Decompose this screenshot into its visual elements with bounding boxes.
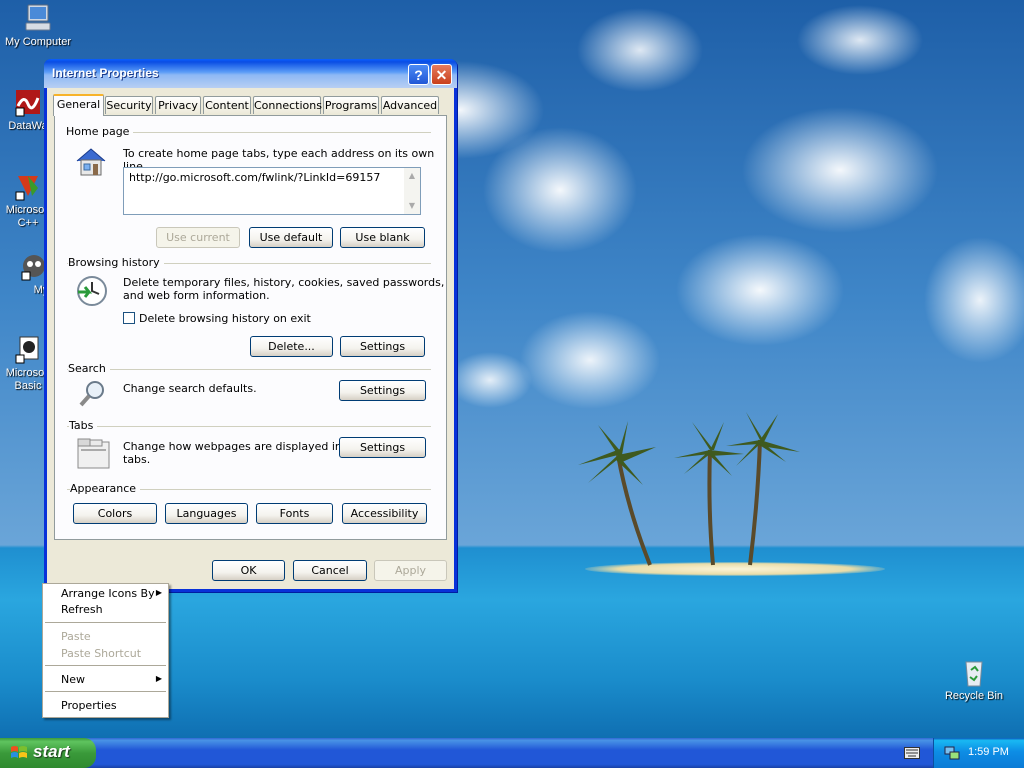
search-description: Change search defaults. <box>123 382 257 395</box>
cancel-button[interactable]: Cancel <box>293 560 367 581</box>
tabs-group-line <box>67 426 431 427</box>
delete-history-button[interactable]: Delete... <box>250 336 333 357</box>
ok-button[interactable]: OK <box>212 560 285 581</box>
tabbed-window-icon <box>77 438 110 469</box>
submenu-arrow-icon: ▶ <box>155 674 162 683</box>
tab-privacy[interactable]: Privacy <box>155 96 201 114</box>
scroll-down-arrow-icon[interactable]: ▼ <box>407 201 417 211</box>
tab-content[interactable]: Content <box>203 96 251 114</box>
menu-separator <box>45 691 166 692</box>
menu-item-paste-shortcut[interactable]: Paste Shortcut <box>61 647 141 660</box>
start-button[interactable]: start <box>0 738 96 768</box>
submenu-arrow-icon: ▶ <box>155 588 162 597</box>
general-tab-panel: Home page To create home page tabs, type… <box>54 115 447 540</box>
network-icon[interactable] <box>944 745 960 761</box>
dialog-title: Internet Properties <box>52 66 159 80</box>
computer-icon <box>25 4 51 31</box>
visual-cpp-icon <box>15 176 38 201</box>
tabs-description-2: tabs. <box>123 453 151 466</box>
menu-item-arrange-icons[interactable]: Arrange Icons By <box>61 587 155 600</box>
start-label: start <box>33 742 70 761</box>
internet-properties-dialog: Internet Properties ? ✕ General Security… <box>44 59 457 592</box>
use-current-button[interactable]: Use current <box>156 227 240 248</box>
home-page-heading: Home page <box>66 125 134 138</box>
tabs-heading: Tabs <box>69 419 98 432</box>
menu-item-paste[interactable]: Paste <box>61 630 91 643</box>
desktop-context-menu: Arrange Icons By ▶ Refresh Paste Paste S… <box>42 583 169 718</box>
datawave-icon <box>15 90 40 117</box>
tabs-settings-button[interactable]: Settings <box>339 437 426 458</box>
tab-security[interactable]: Security <box>105 96 153 114</box>
visual-basic-icon <box>15 336 39 364</box>
tab-connections[interactable]: Connections <box>253 96 322 114</box>
delete-on-exit-label[interactable]: Delete browsing history on exit <box>139 312 311 325</box>
delete-on-exit-checkbox[interactable] <box>123 312 135 324</box>
tab-programs[interactable]: Programs <box>323 96 379 114</box>
menu-item-refresh[interactable]: Refresh <box>61 603 103 616</box>
colors-button[interactable]: Colors <box>73 503 157 524</box>
home-icon <box>76 148 106 176</box>
browsing-history-description-1: Delete temporary files, history, cookies… <box>123 276 445 289</box>
menu-separator <box>45 665 166 666</box>
accessibility-button[interactable]: Accessibility <box>342 503 427 524</box>
history-settings-button[interactable]: Settings <box>340 336 425 357</box>
use-default-button[interactable]: Use default <box>249 227 333 248</box>
appearance-heading: Appearance <box>70 482 141 495</box>
tab-advanced[interactable]: Advanced <box>381 96 439 114</box>
browsing-history-heading: Browsing history <box>68 256 164 269</box>
windows-logo-icon <box>11 746 27 758</box>
home-page-url-input[interactable]: http://go.microsoft.com/fwlink/?LinkId=6… <box>123 167 421 215</box>
desktop-icon-my-computer[interactable]: My Computer <box>0 2 76 49</box>
dialog-body: General Security Privacy Content Connect… <box>47 88 454 589</box>
search-heading: Search <box>68 362 110 375</box>
menu-item-new[interactable]: New <box>61 673 85 686</box>
recycle-bin-icon <box>965 661 983 687</box>
keyboard-icon[interactable] <box>904 747 920 759</box>
history-clock-icon <box>77 276 107 306</box>
palm-trees-decoration <box>578 412 800 566</box>
tabs-description-1: Change how webpages are displayed in <box>123 440 342 453</box>
home-page-url-value: http://go.microsoft.com/fwlink/?LinkId=6… <box>129 171 381 184</box>
menu-item-properties[interactable]: Properties <box>61 699 117 712</box>
close-button[interactable]: ✕ <box>431 64 452 85</box>
dialog-titlebar[interactable]: Internet Properties ? ✕ <box>44 59 457 88</box>
languages-button[interactable]: Languages <box>165 503 248 524</box>
fonts-button[interactable]: Fonts <box>256 503 333 524</box>
menu-separator <box>45 622 166 623</box>
scroll-up-arrow-icon[interactable]: ▲ <box>407 171 417 181</box>
magnifier-icon <box>79 381 104 407</box>
search-group-line <box>67 369 431 370</box>
tab-general[interactable]: General <box>53 94 104 116</box>
help-button[interactable]: ? <box>408 64 429 85</box>
browsing-history-description-2: and web form information. <box>123 289 270 302</box>
search-settings-button[interactable]: Settings <box>339 380 426 401</box>
clock: 1:59 PM <box>968 746 1009 758</box>
url-scrollbar[interactable]: ▲ ▼ <box>404 168 420 214</box>
desktop-icon-recycle-bin[interactable]: Recycle Bin <box>936 656 1012 703</box>
use-blank-button[interactable]: Use blank <box>340 227 425 248</box>
taskbar: start <box>0 738 1024 768</box>
apply-button[interactable]: Apply <box>374 560 447 581</box>
